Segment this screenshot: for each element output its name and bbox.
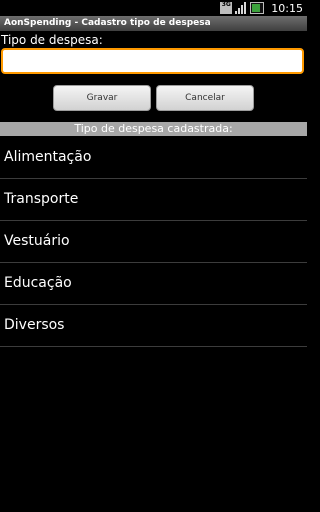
list-item[interactable]: Educação: [0, 263, 307, 305]
list-item[interactable]: Alimentação: [0, 137, 307, 179]
battery-charging-icon: [250, 2, 265, 14]
status-bar: 3G 10:15: [0, 0, 307, 16]
clock: 10:15: [271, 1, 303, 15]
signal-icon: [235, 2, 247, 14]
save-button[interactable]: Gravar: [53, 85, 151, 111]
expense-type-input-wrapper[interactable]: [1, 48, 304, 74]
status-icons: 3G 10:15: [220, 0, 303, 16]
list-item[interactable]: Diversos: [0, 305, 307, 347]
list-item[interactable]: Vestuário: [0, 221, 307, 263]
list-item[interactable]: Transporte: [0, 179, 307, 221]
network-3g-icon: 3G: [220, 2, 233, 14]
app-title: AonSpending - Cadastro tipo de despesa: [4, 18, 211, 28]
expense-type-list: Alimentação Transporte Vestuário Educaçã…: [0, 137, 307, 347]
title-bar: AonSpending - Cadastro tipo de despesa: [0, 16, 307, 31]
cancel-button[interactable]: Cancelar: [156, 85, 254, 111]
registered-expense-types-header: Tipo de despesa cadastrada:: [0, 122, 307, 136]
expense-type-input[interactable]: [3, 50, 302, 72]
expense-type-label: Tipo de despesa:: [1, 33, 103, 47]
